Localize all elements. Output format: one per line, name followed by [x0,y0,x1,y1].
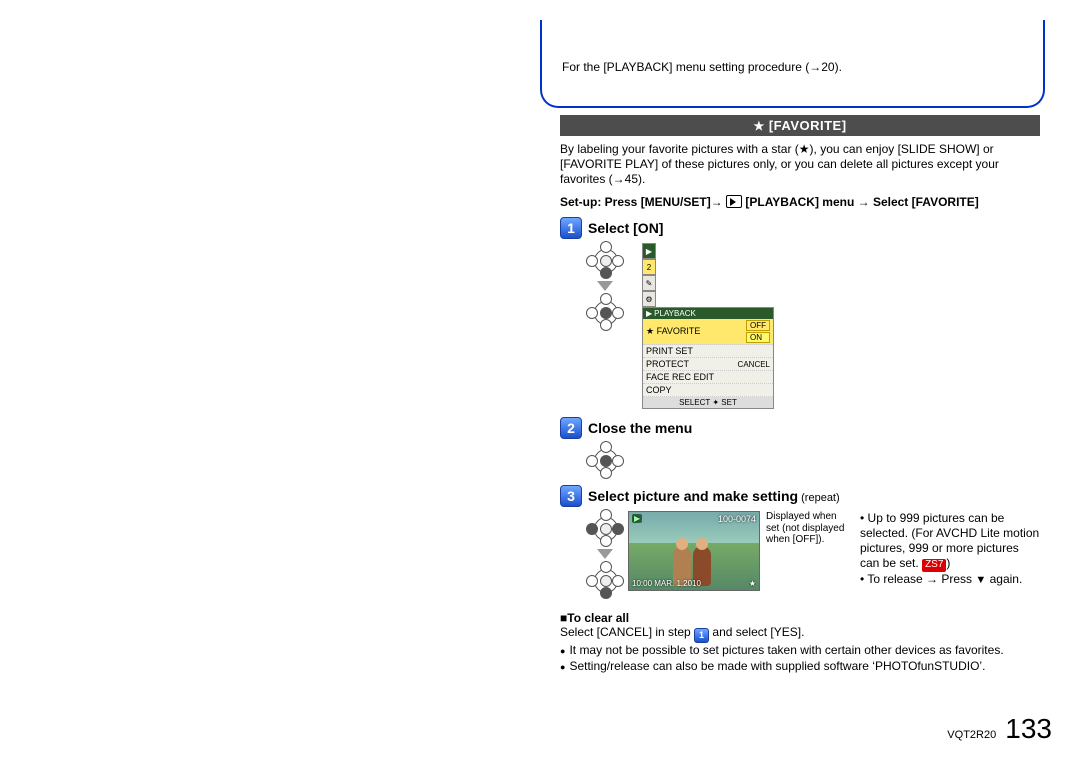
photo-star-icon: ★ [749,579,756,588]
screen-row-protect: PROTECT [646,359,689,369]
setup-prefix: Set-up: Press [MENU/SET]→ [560,195,726,209]
model-badge: ZS7 [922,559,946,572]
setup-line: Set-up: Press [MENU/SET]→ [PLAYBACK] men… [560,195,1040,209]
note-release-a: To release → Press [867,572,975,586]
section-header: ★ [FAVORITE] [560,115,1040,136]
note-other-devices: It may not be possible to set pictures t… [569,643,1003,659]
top-note: For the [PLAYBACK] menu setting procedur… [542,20,1043,74]
photo-preview: ▶ 100-0074 10:00 MAR. 1.2010 ★ [628,511,760,591]
dpad-icon [588,511,622,545]
top-frame: For the [PLAYBACK] menu setting procedur… [540,20,1045,108]
bullet-icon [560,659,565,675]
screen-play-icon: ▶ [646,309,652,318]
step-2: 2 Close the menu [560,417,1040,477]
doc-code: VQT2R20 [947,729,996,741]
setup-menu: [PLAYBACK] menu → Select [FAVORITE] [745,195,978,209]
dpad-icon [588,563,622,597]
step-3-title: Select picture and make setting (repeat) [588,488,840,504]
intro-text: By labeling your favorite pictures with … [560,142,1040,187]
dpad-icon [588,443,622,477]
step-1-title: Select [ON] [588,220,663,236]
step-1-controls [588,243,622,329]
photo-mode-icon: ▶ [632,514,642,523]
screen-row-printset: PRINT SET [646,346,693,356]
screen-opt-off: OFF [746,320,770,331]
screen-tab: 2 [642,259,656,275]
screen-tab: ⚙ [642,291,656,307]
to-clear-title: ■To clear all [560,611,1040,625]
screen-opt-cancel: CANCEL [738,360,770,369]
step-2-title: Close the menu [588,420,692,436]
page-footer: VQT2R20 133 [947,713,1052,745]
screen-footer: SELECT ✦ SET [643,397,773,408]
step-3-number: 3 [560,485,582,507]
screen-tab: ▶ [642,243,656,259]
screen-opt-on: ON [746,332,770,343]
to-clear-body: Select [CANCEL] in step 1 and select [YE… [560,625,1040,643]
photo-caption: Displayed when set (not displayed when [… [766,511,848,546]
step-3-controls [588,511,622,597]
main-column: ★ [FAVORITE] By labeling your favorite p… [560,115,1040,675]
step-2-controls [588,443,622,477]
screen-tab: ✎ [642,275,656,291]
step-3-notes: • Up to 999 pictures can be selected. (F… [860,511,1040,587]
notes-list: It may not be possible to set pictures t… [560,643,1040,675]
to-clear-section: ■To clear all Select [CANCEL] in step 1 … [560,611,1040,675]
intro-a: By labeling your favorite pictures with … [560,142,799,156]
step-ref-1: 1 [694,628,709,643]
dpad-icon [588,295,622,329]
camera-screen-sim: ▶ 2 ✎ ⚙ ▶ PLAYBACK ★ FAVORITE OFF ON [642,243,774,409]
screen-row-copy: COPY [646,385,672,395]
intro-star-icon: ★ [799,142,810,156]
note-release-b: again. [986,572,1022,586]
dpad-icon [588,243,622,277]
step-1: 1 Select [ON] ▶ 2 ✎ ⚙ [560,217,1040,409]
page-number: 133 [1005,713,1052,744]
arrow-down-icon [597,549,613,559]
down-triangle-icon: ▼ [975,574,986,586]
screen-titlebar: PLAYBACK [654,309,696,318]
section-title: [FAVORITE] [769,118,847,133]
star-icon: ★ [753,119,764,133]
screen-row-favorite: ★ FAVORITE [646,326,700,337]
bullet-icon [560,643,565,659]
step-2-number: 2 [560,417,582,439]
step-3: 3 Select picture and make setting (repea… [560,485,1040,597]
note-photofunstudio: Setting/release can also be made with su… [569,659,985,675]
photo-date: 10:00 MAR. 1.2010 [632,579,701,588]
step-1-number: 1 [560,217,582,239]
photo-filenum: 100-0074 [718,514,756,524]
arrow-down-icon [597,281,613,291]
playback-icon [726,195,742,208]
screen-row-facerec: FACE REC EDIT [646,372,714,382]
